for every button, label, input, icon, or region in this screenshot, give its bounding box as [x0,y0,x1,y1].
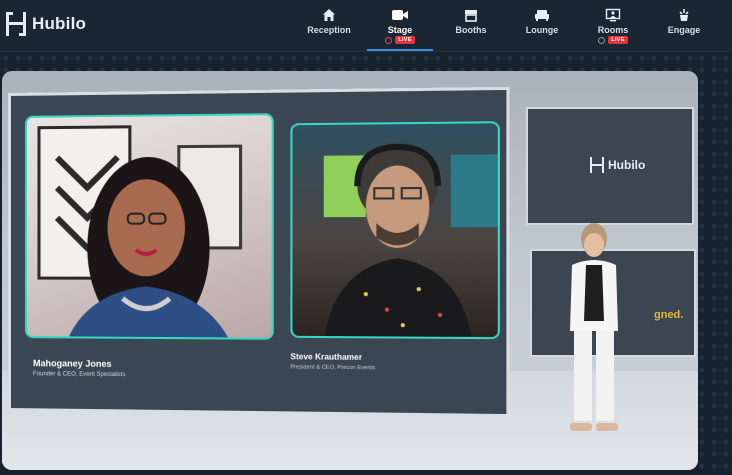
lounge-icon [535,10,549,21]
nav-engage[interactable]: Engage [644,8,724,35]
nav-rooms[interactable]: Rooms LIVE [573,8,653,44]
speaker-1-name: Mahoganey Jones [32,358,112,369]
nav-booths-label: Booths [455,25,487,35]
stage-live-badge: LIVE [395,36,415,44]
engage-icon [679,9,689,21]
active-tab-underline [367,49,433,51]
virtual-stage: Mahoganey Jones Founder & CEO, Event Spe… [2,71,698,470]
nav-reception-label: Reception [307,25,351,35]
nav-booths[interactable]: Booths [431,8,511,35]
rooms-indicator-icon [598,36,606,44]
logo-text: Hubilo [32,14,87,33]
speaker-1-image [27,115,274,340]
speaker-2-name: Steve Krauthamer [290,352,363,362]
main-stage-screen: Mahoganey Jones Founder & CEO, Event Spe… [8,86,510,418]
home-icon [323,9,335,21]
top-navigation-bar: Hubilo Reception Stage LIVE Booths Loung… [0,0,732,52]
nav-reception[interactable]: Reception [289,8,369,35]
nav-lounge-label: Lounge [525,25,559,35]
nav-engage-label: Engage [667,25,701,35]
nav-rooms-label: Rooms [597,25,629,35]
hubilo-small-logo-icon [590,157,604,173]
side-screen-logo: Hubilo [526,107,694,225]
speaker-video-1[interactable] [24,113,274,340]
nav-stage-label: Stage [387,25,413,35]
nav-lounge[interactable]: Lounge [502,8,582,35]
nav-stage[interactable]: Stage LIVE [360,8,440,44]
rooms-icon [605,8,621,22]
speaker-2-title: President & CEO, Precon Events [290,364,376,372]
side-screen-logo-text: Hubilo [608,158,646,172]
live-indicator-icon [385,36,393,44]
speaker-1-title: Founder & CEO, Event Specialists [32,371,126,379]
rooms-live-badge: LIVE [608,36,628,44]
hubilo-logo-mark-icon [6,12,26,36]
speaker-2-image [323,123,499,340]
presenter-figure [570,223,618,431]
speaker-video-2[interactable] [290,121,500,340]
banner-partial-text: gned. [654,309,684,321]
hubilo-logo[interactable]: Hubilo [6,12,86,36]
booth-icon [465,10,477,22]
video-camera-icon [392,10,408,20]
